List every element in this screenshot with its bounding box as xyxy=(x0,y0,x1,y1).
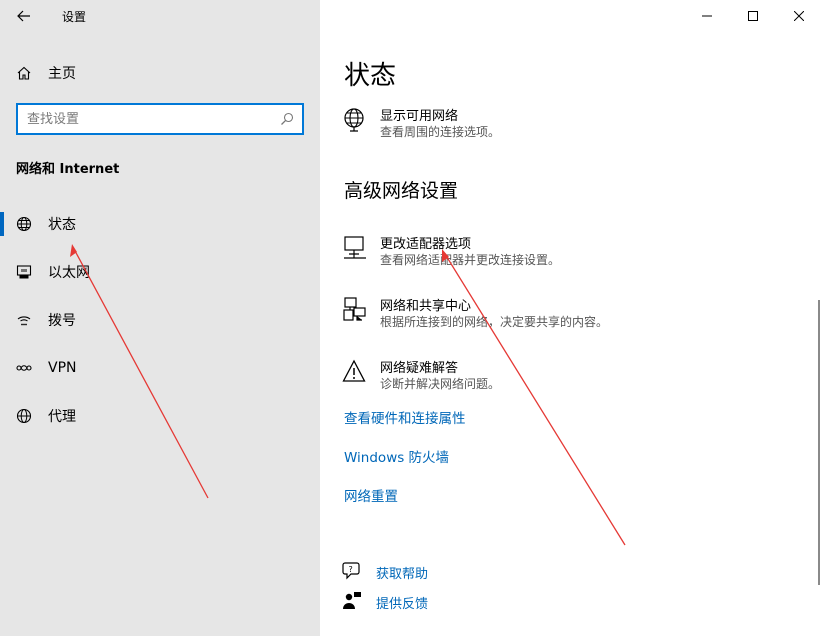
selection-indicator xyxy=(0,212,4,236)
show-available-networks[interactable]: 显示可用网络 查看周围的连接选项。 xyxy=(342,107,672,153)
get-help-label: 获取帮助 xyxy=(376,567,429,582)
scrollbar[interactable] xyxy=(818,300,820,585)
minimize-button[interactable] xyxy=(684,0,730,32)
setting-description: 查看周围的连接选项。 xyxy=(380,125,501,139)
hardware-properties-link[interactable]: 查看硬件和连接属性 xyxy=(344,407,466,427)
dialup-icon xyxy=(16,312,32,328)
setting-title: 更改适配器选项 xyxy=(380,237,472,252)
main-panel: 状态 显示可用网络 查看周围的连接选项。 高级网络设置 更改适配器选项 查看网络… xyxy=(320,0,822,636)
advanced-settings-heading: 高级网络设置 xyxy=(344,180,459,202)
sidebar-item-home[interactable]: 主页 xyxy=(0,53,320,93)
sidebar-item-status[interactable]: 状态 xyxy=(0,204,320,244)
close-button[interactable] xyxy=(776,0,822,32)
vpn-icon xyxy=(16,360,32,376)
network-reset-link[interactable]: 网络重置 xyxy=(344,485,398,505)
page-title: 状态 xyxy=(344,61,397,91)
setting-description: 查看网络适配器并更改连接设置。 xyxy=(380,253,561,267)
maximize-button[interactable] xyxy=(730,0,776,32)
minimize-icon xyxy=(702,11,712,21)
sidebar-item-proxy[interactable]: 代理 xyxy=(0,396,320,436)
setting-description: 根据所连接到的网络，决定要共享的内容。 xyxy=(380,315,609,329)
setting-title: 网络和共享中心 xyxy=(380,299,472,314)
ethernet-icon xyxy=(16,264,32,280)
sidebar-item-ethernet[interactable]: 以太网 xyxy=(0,252,320,292)
section-heading: 网络和 Internet xyxy=(16,162,120,177)
windows-firewall-link[interactable]: Windows 防火墙 xyxy=(344,446,449,466)
globe-icon xyxy=(16,408,32,424)
app-title: 设置 xyxy=(62,10,87,24)
sidebar-item-label: 状态 xyxy=(48,217,76,233)
feedback-label: 提供反馈 xyxy=(376,597,429,612)
sidebar-item-label: 代理 xyxy=(48,409,76,425)
search-input[interactable] xyxy=(18,111,268,127)
search-icon[interactable] xyxy=(280,112,294,126)
sharing-center-icon xyxy=(342,297,368,323)
sidebar: 设置 主页 网络和 Internet 状态 以太网 拨号 xyxy=(0,0,320,636)
globe-network-icon xyxy=(342,107,368,133)
warning-icon xyxy=(342,359,368,385)
svg-text:?: ? xyxy=(349,565,353,574)
back-arrow-icon xyxy=(17,10,31,22)
setting-description: 诊断并解决网络问题。 xyxy=(380,377,501,391)
change-adapter-options[interactable]: 更改适配器选项 查看网络适配器并更改连接设置。 xyxy=(342,235,672,281)
search-box[interactable] xyxy=(16,103,304,135)
network-troubleshooter[interactable]: 网络疑难解答 诊断并解决网络问题。 xyxy=(342,359,672,405)
sidebar-item-label: 主页 xyxy=(48,66,76,82)
sidebar-item-label: 以太网 xyxy=(48,265,90,281)
sidebar-item-label: VPN xyxy=(48,360,77,376)
home-icon xyxy=(16,65,32,81)
setting-title: 网络疑难解答 xyxy=(380,361,459,376)
maximize-icon xyxy=(748,11,758,21)
feedback-icon xyxy=(342,591,362,611)
setting-title: 显示可用网络 xyxy=(380,109,459,124)
help-chat-icon: ? xyxy=(342,561,362,581)
network-sharing-center[interactable]: 网络和共享中心 根据所连接到的网络，决定要共享的内容。 xyxy=(342,297,672,343)
globe-icon xyxy=(16,216,32,232)
sidebar-item-dialup[interactable]: 拨号 xyxy=(0,300,320,340)
back-button[interactable] xyxy=(8,4,40,28)
sidebar-item-label: 拨号 xyxy=(48,313,76,329)
close-icon xyxy=(794,11,804,21)
monitor-network-icon xyxy=(342,235,368,261)
sidebar-item-vpn[interactable]: VPN xyxy=(0,348,320,388)
